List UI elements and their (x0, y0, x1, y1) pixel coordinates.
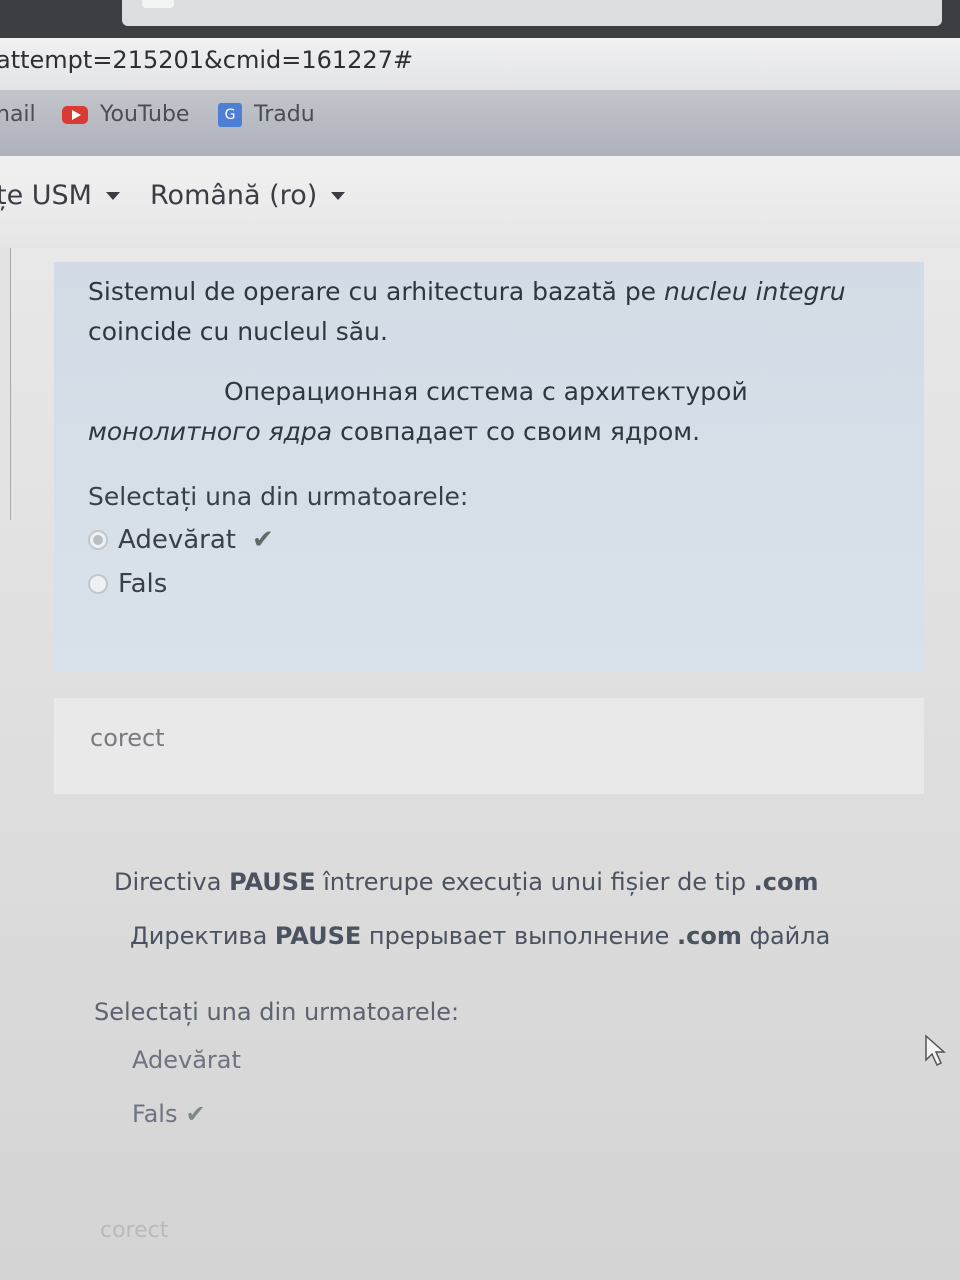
answer-prompt: Selectați una din urmatoarele: (94, 998, 460, 1026)
google-translate-icon: G (218, 102, 242, 127)
bookmarks-bar: nail YouTube G Tradu (0, 90, 960, 156)
bookmark-label: Tradu (254, 102, 315, 127)
site-header: țe USM Română (ro) (0, 156, 960, 249)
url-text[interactable]: attempt=215201&cmid=161227# (0, 46, 413, 74)
bookmark-translate[interactable]: G Tradu (218, 102, 315, 127)
radio-button[interactable] (88, 574, 108, 594)
checkmark-icon: ✔ (251, 525, 274, 555)
caret-down-icon (105, 191, 120, 200)
caret-down-icon (331, 191, 346, 200)
option-label: Adevărat (118, 525, 236, 555)
question-text-ro: Sistemul de operare cu arhitectura bazat… (88, 277, 846, 346)
question-1: Sistemul de operare cu arhitectura bazat… (54, 262, 924, 672)
radio-button[interactable] (88, 530, 108, 550)
question-text-ru: Операционная система с архитектурой моно… (88, 377, 748, 446)
mouse-cursor-icon (925, 1034, 946, 1067)
option-adevarat[interactable]: Adevărat (132, 1046, 241, 1074)
bookmark-label: YouTube (100, 102, 190, 127)
address-bar[interactable]: attempt=215201&cmid=161227# (0, 38, 960, 90)
feedback-text: corect (100, 1218, 169, 1243)
site-menu[interactable]: țe USM (0, 180, 120, 211)
option-label: Fals (118, 569, 168, 599)
language-menu-label: Română (ro) (150, 180, 318, 211)
option-label: Adevărat (132, 1046, 241, 1074)
question-2: Directiva PAUSE întrerupe execuția unui … (54, 838, 924, 1280)
question-nav-rail (0, 248, 11, 520)
feedback-text: corect (90, 724, 165, 752)
option-label: Fals (132, 1100, 178, 1128)
language-menu[interactable]: Română (ro) (150, 180, 346, 211)
bookmark-mail[interactable]: nail (0, 102, 36, 127)
question-text-ro: Directiva PAUSE întrerupe execuția unui … (114, 868, 819, 896)
youtube-icon (62, 105, 88, 124)
option-adevarat[interactable]: Adevărat ✔ (88, 525, 890, 555)
option-fals[interactable]: Fals (88, 569, 890, 599)
bookmark-youtube[interactable]: YouTube (62, 102, 189, 127)
option-fals[interactable]: Fals ✔ (132, 1100, 206, 1128)
question-1-feedback: corect (54, 698, 924, 794)
answer-prompt: Selectați una din urmatoarele: (88, 482, 469, 511)
checkmark-icon: ✔ (185, 1100, 206, 1128)
question-text-ru: Директива PAUSE прерывает выполнение .co… (130, 922, 831, 950)
tab-indicator (142, 0, 174, 8)
browser-tab-strip (122, 0, 942, 26)
bookmark-label: nail (0, 102, 36, 127)
site-menu-label: țe USM (0, 180, 92, 211)
